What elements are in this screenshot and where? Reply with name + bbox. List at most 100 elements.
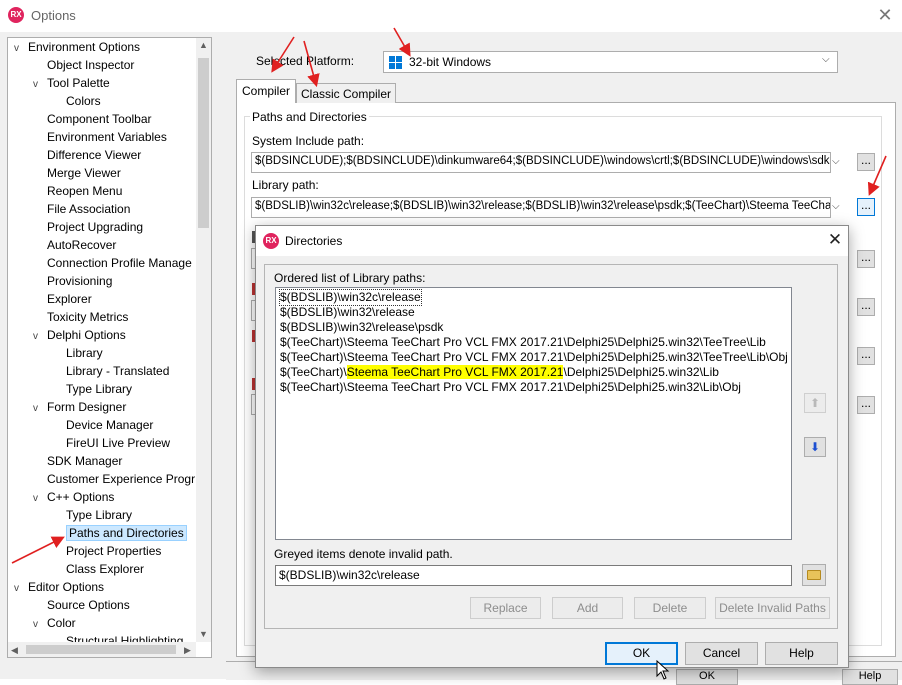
tree-item[interactable]: FireUI Live Preview <box>52 434 170 452</box>
system-include-combo[interactable]: $(BDSINCLUDE);$(BDSINCLUDE)\dinkumware64… <box>251 152 831 173</box>
add-button[interactable]: Add <box>552 597 623 619</box>
tree-item-label: Library - Translated <box>66 364 170 378</box>
expand-chevron-icon[interactable]: v <box>14 40 28 58</box>
tree-item[interactable]: AutoRecover <box>33 236 116 254</box>
move-down-button[interactable]: ⬇ <box>804 437 826 457</box>
tree-item-label: Colors <box>66 94 101 108</box>
help-button[interactable]: Help <box>765 642 838 665</box>
tree-item[interactable]: Library <box>52 344 103 362</box>
scroll-down-arrow-icon[interactable]: ▼ <box>199 629 208 639</box>
move-up-button[interactable]: ⬆ <box>804 393 826 413</box>
browse-button[interactable]: ... <box>857 396 875 414</box>
chevron-down-icon[interactable]: ⌵ <box>832 156 840 167</box>
path-input[interactable]: $(BDSLIB)\win32c\release <box>275 565 792 586</box>
options-ok-button[interactable]: OK <box>676 669 738 685</box>
tree-item-label: Form Designer <box>47 400 127 414</box>
expand-chevron-icon[interactable]: v <box>33 400 47 418</box>
browse-button[interactable]: ... <box>857 298 875 316</box>
tree-item[interactable]: v C++ Options <box>33 488 114 506</box>
list-item[interactable]: $(BDSLIB)\win32\release <box>280 305 415 320</box>
tree-item-label: Tool Palette <box>47 76 110 90</box>
list-item[interactable]: $(TeeChart)\Steema TeeChart Pro VCL FMX … <box>280 365 719 380</box>
expand-chevron-icon[interactable]: v <box>33 76 47 94</box>
expand-chevron-icon[interactable]: v <box>33 328 47 346</box>
tree-item[interactable]: Provisioning <box>33 272 112 290</box>
tree-item[interactable]: v Form Designer <box>33 398 126 416</box>
scroll-up-arrow-icon[interactable]: ▲ <box>199 40 208 50</box>
tree-item[interactable]: Connection Profile Manage <box>33 254 192 272</box>
path-text: $(TeeChart)\Steema TeeChart Pro VCL FMX … <box>280 350 788 364</box>
list-item[interactable]: $(BDSLIB)\win32\release\psdk <box>280 320 443 335</box>
dialog-titlebar <box>256 226 848 256</box>
tree-item[interactable]: File Association <box>33 200 130 218</box>
tree-item[interactable]: Explorer <box>33 290 92 308</box>
tree-item[interactable]: Device Manager <box>52 416 153 434</box>
list-item[interactable]: $(BDSLIB)\win32c\release <box>279 289 422 306</box>
platform-value: 32-bit Windows <box>409 55 492 69</box>
platform-label: Selected Platform: <box>256 54 355 68</box>
tree-item-label: Provisioning <box>47 274 113 288</box>
tree-hscroll-thumb[interactable] <box>26 645 176 654</box>
path-text: $(BDSLIB)\win32\release\psdk <box>280 320 444 334</box>
tab-compiler[interactable]: Compiler <box>236 79 296 103</box>
scroll-left-arrow-icon[interactable]: ◀ <box>11 645 18 656</box>
delete-invalid-paths-button[interactable]: Delete Invalid Paths <box>715 597 830 619</box>
system-include-browse-button[interactable]: ... <box>857 153 875 171</box>
tree-item[interactable]: Project Upgrading <box>33 218 143 236</box>
library-path-browse-button[interactable]: ... <box>857 198 875 216</box>
tree-item[interactable]: Difference Viewer <box>33 146 141 164</box>
tree-item[interactable]: Environment Variables <box>33 128 167 146</box>
tree-item[interactable]: Type Library <box>52 380 132 398</box>
tree-item[interactable]: Colors <box>52 92 101 110</box>
expand-chevron-icon[interactable]: v <box>33 490 47 508</box>
list-item[interactable]: $(TeeChart)\Steema TeeChart Pro VCL FMX … <box>280 380 741 395</box>
tree-item-label: Environment Variables <box>47 130 167 144</box>
tree-item-label: File Association <box>47 202 131 216</box>
tree-item[interactable]: v Color <box>33 614 76 632</box>
dialog-close-icon[interactable]: ✕ <box>824 229 846 251</box>
tree-item[interactable]: Class Explorer <box>52 560 144 578</box>
tree-item[interactable]: Customer Experience Progr <box>33 470 195 488</box>
tree-scroll-thumb[interactable] <box>198 58 209 228</box>
tree-item[interactable]: Library - Translated <box>52 362 169 380</box>
tree-item[interactable]: Source Options <box>33 596 130 614</box>
tree-item[interactable]: Reopen Menu <box>33 182 122 200</box>
tree-item[interactable]: Merge Viewer <box>33 164 121 182</box>
list-item[interactable]: $(TeeChart)\Steema TeeChart Pro VCL FMX … <box>280 350 788 365</box>
browse-button[interactable]: ... <box>857 347 875 365</box>
path-text: $(TeeChart)\Steema TeeChart Pro VCL FMX … <box>280 380 741 394</box>
replace-button[interactable]: Replace <box>470 597 541 619</box>
tree-item[interactable]: v Tool Palette <box>33 74 110 92</box>
expand-chevron-icon[interactable]: v <box>14 580 28 598</box>
path-text: $(BDSLIB)\win32c\release <box>280 290 421 304</box>
tree-item-label: Class Explorer <box>66 562 145 576</box>
tree-item[interactable]: Project Properties <box>52 542 161 560</box>
highlighted-text: Steema TeeChart Pro VCL FMX 2017.21 <box>346 365 564 379</box>
tree-item-label: Environment Options <box>28 40 141 54</box>
options-help-button[interactable]: Help <box>842 669 898 685</box>
tree-item[interactable]: Toxicity Metrics <box>33 308 128 326</box>
cancel-button[interactable]: Cancel <box>685 642 758 665</box>
dialog-logo-icon: RX <box>263 233 279 249</box>
tree-item[interactable]: Object Inspector <box>33 56 134 74</box>
tree-item[interactable]: Component Toolbar <box>33 110 152 128</box>
tree-item[interactable]: v Editor Options <box>14 578 104 596</box>
browse-button[interactable]: ... <box>857 250 875 268</box>
chevron-down-icon[interactable]: ⌵ <box>822 54 830 65</box>
scroll-right-arrow-icon[interactable]: ▶ <box>184 645 191 656</box>
window-close-icon[interactable]: ✕ <box>874 4 896 26</box>
tree-item[interactable]: v Environment Options <box>14 38 140 56</box>
tree-item-label: Type Library <box>66 508 133 522</box>
library-path-combo[interactable]: $(BDSLIB)\win32c\release;$(BDSLIB)\win32… <box>251 197 831 218</box>
tree-item[interactable]: Paths and Directories <box>52 524 187 542</box>
tree-item[interactable]: v Delphi Options <box>33 326 126 344</box>
delete-button[interactable]: Delete <box>634 597 706 619</box>
tab-classic-compiler[interactable]: Classic Compiler <box>296 83 396 103</box>
list-item[interactable]: $(TeeChart)\Steema TeeChart Pro VCL FMX … <box>280 335 766 350</box>
tree-item[interactable]: Type Library <box>52 506 132 524</box>
tree-item[interactable]: SDK Manager <box>33 452 122 470</box>
tree-item-label: C++ Options <box>47 490 115 504</box>
tree-item-label: Paths and Directories <box>66 525 187 541</box>
expand-chevron-icon[interactable]: v <box>33 616 47 634</box>
chevron-down-icon[interactable]: ⌵ <box>832 201 840 212</box>
